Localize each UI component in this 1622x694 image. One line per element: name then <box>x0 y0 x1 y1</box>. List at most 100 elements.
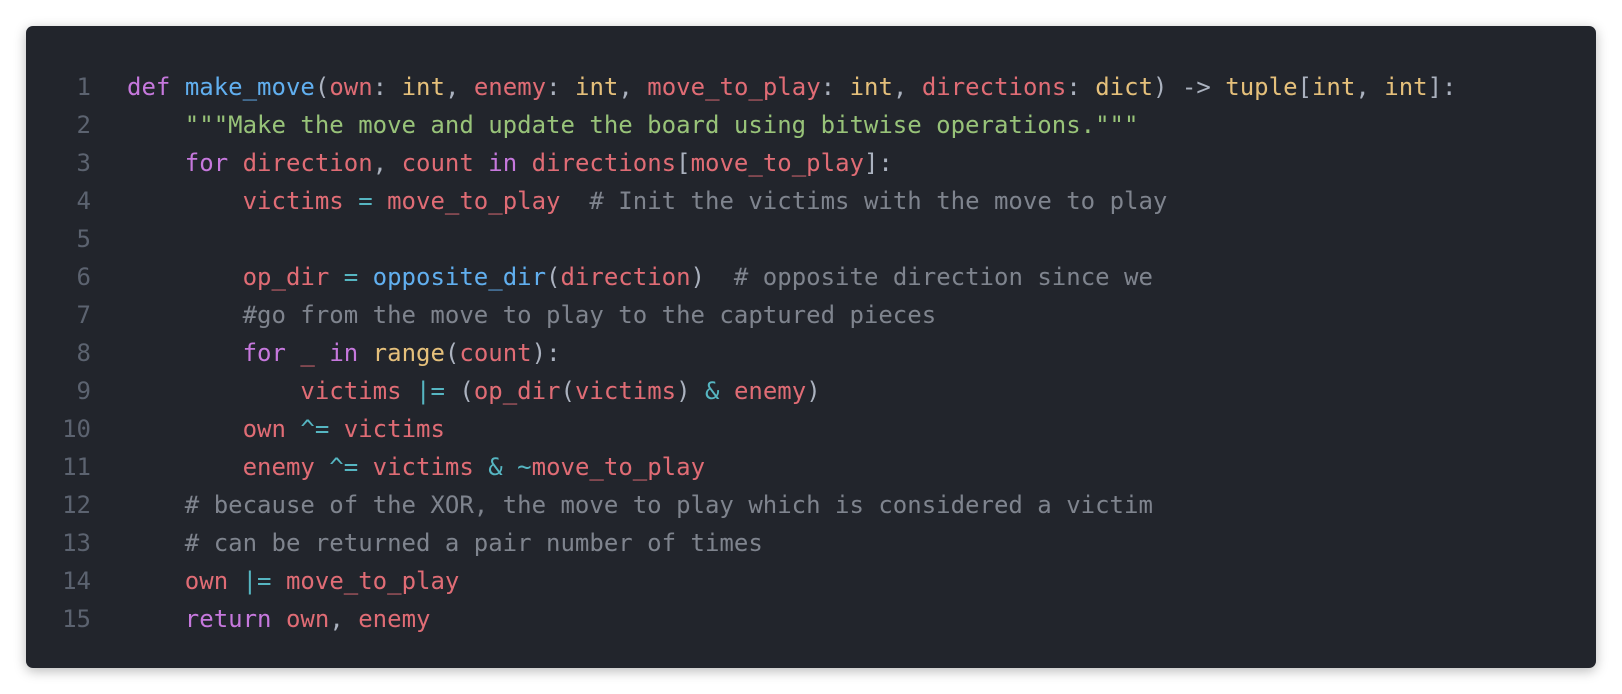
line-number: 10 <box>62 415 91 443</box>
line-number: 14 <box>62 567 91 595</box>
code-token: _ <box>300 339 315 367</box>
code-token: make_move <box>184 73 315 101</box>
line-number: 6 <box>76 263 91 291</box>
code-token: , <box>1355 73 1385 101</box>
code-token: # Init the victims with the move to play <box>589 187 1168 215</box>
code-token: dict <box>1095 73 1154 101</box>
code-line-text: victims |= (op_dir(victims) & enemy) <box>91 372 820 410</box>
line-number: 15 <box>62 605 91 633</box>
code-token: victims <box>372 453 474 481</box>
code-token: move_to_play <box>690 149 864 177</box>
code-line: 5 <box>26 220 1457 258</box>
code-token: , <box>892 73 922 101</box>
code-token: int <box>1311 73 1356 101</box>
code-token: ~ <box>517 453 532 481</box>
code-token: directions <box>531 149 677 177</box>
code-line-text: victims = move_to_play # Init the victim… <box>91 182 1168 220</box>
code-token: ]: <box>863 149 893 177</box>
code-token: own <box>285 605 330 633</box>
code-token: return <box>184 605 272 633</box>
line-number: 12 <box>62 491 91 519</box>
line-number: 2 <box>76 111 91 139</box>
code-token: int <box>849 73 893 101</box>
code-token: op_dir <box>242 263 330 291</box>
code-line-text: return own, enemy <box>91 600 431 638</box>
code-token: ): <box>531 339 561 367</box>
code-token: victims <box>300 377 402 405</box>
code-token: |= <box>416 377 445 405</box>
code-token: opposite_dir <box>372 263 547 291</box>
code-token: enemy <box>733 377 807 405</box>
code-token: ) <box>676 377 706 405</box>
code-token: ( <box>444 377 474 405</box>
code-token: move_to_play <box>531 453 706 481</box>
code-token: victims <box>343 415 445 443</box>
code-token: own <box>329 73 373 101</box>
code-token: move_to_play <box>647 73 821 101</box>
code-line: 2 """Make the move and update the board … <box>26 106 1457 144</box>
code-token: [ <box>1297 73 1312 101</box>
code-token: ]: <box>1427 73 1457 101</box>
code-token: # because of the XOR, the move to play w… <box>184 491 1153 519</box>
code-token: , <box>372 149 402 177</box>
code-token: , <box>618 73 648 101</box>
code-line-text: enemy ^= victims & ~move_to_play <box>91 448 705 486</box>
code-token: own <box>184 567 229 595</box>
code-token: move_to_play <box>387 187 561 215</box>
code-token: enemy <box>358 605 431 633</box>
code-token: ) -> <box>1153 73 1226 101</box>
code-token: ( <box>444 339 460 367</box>
code-token: count <box>401 149 474 177</box>
code-token: = <box>343 263 359 291</box>
line-number: 7 <box>76 301 91 329</box>
code-line-text: # can be returned a pair number of times <box>91 524 763 562</box>
code-line: 14 own |= move_to_play <box>26 562 1457 600</box>
code-token: ^= <box>300 415 330 443</box>
code-line-text: own ^= victims <box>91 410 445 448</box>
code-token: : <box>372 73 402 101</box>
line-number: 11 <box>62 453 91 481</box>
code-line-text: for _ in range(count): <box>91 334 561 372</box>
code-token: |= <box>242 567 272 595</box>
code-token: # opposite direction since we <box>733 263 1153 291</box>
code-token: , <box>444 73 474 101</box>
code-line: 4 victims = move_to_play # Init the vict… <box>26 182 1457 220</box>
code-line: 8 for _ in range(count): <box>26 334 1457 372</box>
code-area[interactable]: 1 def make_move(own: int, enemy: int, mov… <box>26 68 1457 638</box>
code-line-text: #go from the move to play to the capture… <box>91 296 937 334</box>
line-number: 5 <box>76 225 91 253</box>
code-line-text: own |= move_to_play <box>91 562 460 600</box>
code-token: : <box>1066 73 1096 101</box>
code-token: count <box>459 339 532 367</box>
line-number: 1 <box>76 73 91 101</box>
code-token: [ <box>676 149 691 177</box>
code-token: ^= <box>329 453 359 481</box>
code-token: int <box>1384 73 1428 101</box>
code-block: 1 def make_move(own: int, enemy: int, mov… <box>26 26 1596 668</box>
code-line-text: """Make the move and update the board us… <box>91 106 1139 144</box>
code-line: 9 victims |= (op_dir(victims) & enemy) <box>26 372 1457 410</box>
code-line: 11 enemy ^= victims & ~move_to_play <box>26 448 1457 486</box>
